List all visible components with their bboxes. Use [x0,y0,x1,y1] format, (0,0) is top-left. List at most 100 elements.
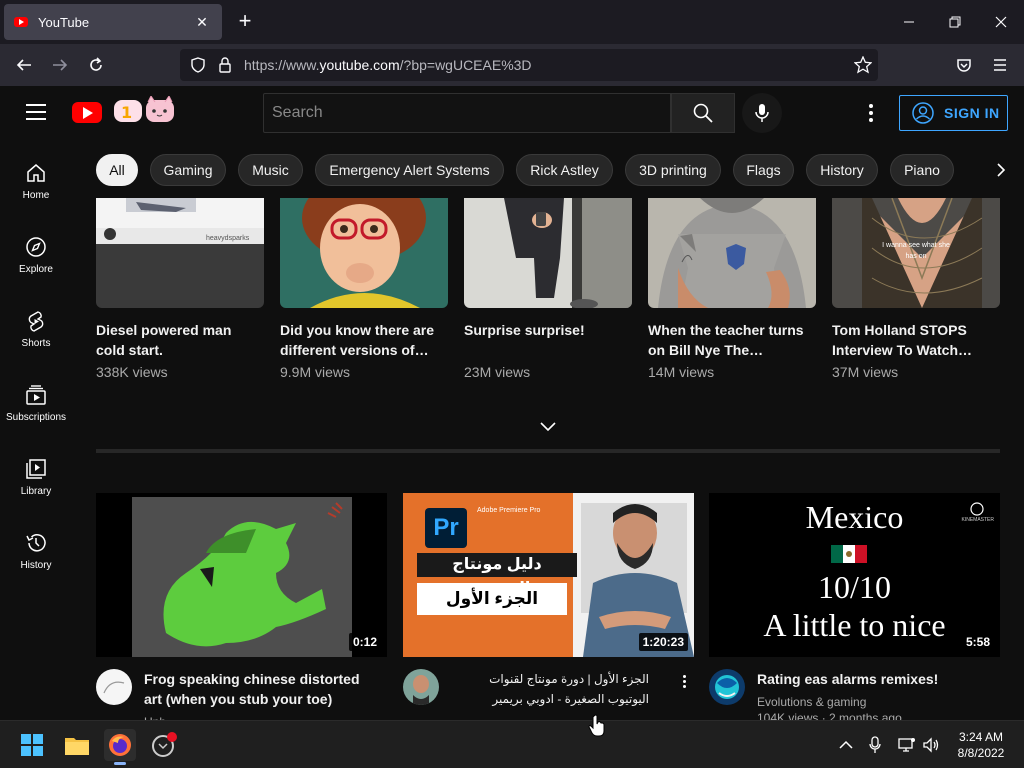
reload-button[interactable] [82,51,110,79]
short-title[interactable]: Diesel powered man cold start. [96,320,264,360]
forward-button[interactable] [46,51,74,79]
short-thumbnail[interactable] [648,198,816,308]
github-desktop-button[interactable] [148,729,180,761]
chip-all[interactable]: All [96,154,138,186]
premiere-pro-badge: Pr [425,508,467,548]
home-icon [27,164,45,182]
sidebar-item-label: Subscriptions [5,412,67,423]
active-app-indicator [114,762,126,765]
video-card[interactable]: Pr Adobe Premiere Pro دليل مونتاج اليوتي… [403,493,694,709]
guide-menu-button[interactable] [26,104,46,120]
browser-nav-bar: https://www.youtube.com/?bp=wgUCEAE%3D [0,44,1024,86]
video-thumbnail-image [96,493,387,657]
channel-avatar[interactable] [403,669,439,705]
channel-avatar[interactable] [96,669,132,705]
chip-rick-astley[interactable]: Rick Astley [516,154,613,186]
short-title[interactable]: Tom Holland STOPS Interview To Watch… [832,320,1000,360]
close-window-button[interactable] [978,0,1024,44]
sidebar-item-home[interactable]: Home [0,142,72,216]
github-desktop-icon [152,732,177,757]
search-button[interactable] [671,93,735,133]
sidebar-item-shorts[interactable]: Shorts [0,290,72,364]
file-explorer-button[interactable] [61,729,93,761]
short-thumbnail[interactable]: I wanna see what she has on [832,198,1000,308]
volume-tray-button[interactable] [918,729,944,761]
voice-search-button[interactable] [742,93,782,133]
short-title[interactable]: Surprise surprise! [464,320,632,360]
chip-gaming[interactable]: Gaming [150,154,226,186]
chip-history[interactable]: History [806,154,878,186]
short-item[interactable]: I wanna see what she has on Tom Holland … [832,198,1000,380]
show-hidden-icons-button[interactable] [832,729,860,761]
short-views: 23M views [464,364,531,380]
pocket-button[interactable] [950,51,978,79]
short-title[interactable]: Did you know there are different version… [280,320,448,360]
video-title[interactable]: Rating eas alarms remixes! [757,669,982,689]
short-item[interactable]: heavydsparks Diesel powered man cold sta… [96,198,264,380]
short-views: 14M views [648,364,715,380]
cat-doodle-logo-icon[interactable]: 1 [112,96,176,126]
chip-emergency-alert-systems[interactable]: Emergency Alert Systems [315,154,504,186]
short-thumbnail[interactable] [280,198,448,308]
short-thumbnail[interactable] [464,198,632,308]
chip-music[interactable]: Music [238,154,303,186]
lock-icon[interactable] [218,57,232,73]
chevron-down-icon[interactable] [538,418,558,436]
search-input[interactable] [272,104,670,122]
video-title[interactable]: Frog speaking chinese distorted art (whe… [144,669,369,709]
sidebar-item-library[interactable]: Library [0,438,72,512]
short-item[interactable]: Did you know there are different version… [280,198,448,380]
back-button[interactable] [10,51,38,79]
video-card[interactable]: Mexico 10/10 A little to nice KINEMASTER… [709,493,1000,725]
settings-more-icon[interactable] [860,100,882,126]
minimize-button[interactable] [886,0,932,44]
firefox-taskbar-button[interactable] [104,729,136,765]
microphone-icon [755,104,769,122]
history-icon [26,534,46,552]
url-bar[interactable]: https://www.youtube.com/?bp=wgUCEAE%3D [180,49,878,81]
short-title[interactable]: When the teacher turns on Bill Nye The… [648,320,816,360]
bookmark-star-icon[interactable] [854,56,872,74]
sign-in-button[interactable]: SIGN IN [899,95,1008,131]
app-menu-button[interactable] [986,51,1014,79]
sidebar-item-history[interactable]: History [0,512,72,586]
taskbar-clock[interactable]: 3:24 AM 8/8/2022 [948,729,1014,761]
sidebar-item-subscriptions[interactable]: Subscriptions [0,364,72,438]
short-thumbnail[interactable]: heavydsparks [96,198,264,308]
video-card[interactable]: 0:12 Frog speaking chinese distorted art… [96,493,387,729]
channel-avatar[interactable] [709,669,745,705]
video-meta: Rating eas alarms remixes! Evolutions & … [709,669,1000,725]
chip-piano[interactable]: Piano [890,154,954,186]
url-path: /?bp=wgUCEAE%3D [399,57,532,73]
tab-close-icon[interactable]: ✕ [192,14,212,31]
sidebar-item-explore[interactable]: Explore [0,216,72,290]
short-views: 37M views [832,364,899,380]
video-channel[interactable]: Evolutions & gaming [757,695,982,709]
short-thumbnail-image [464,198,632,308]
chip-flags[interactable]: Flags [733,154,794,186]
reload-icon [90,57,102,71]
microphone-tray-button[interactable] [862,729,888,761]
video-more-menu-icon[interactable] [674,673,694,693]
thumbnail-line-2: 10/10 [818,569,891,605]
video-thumbnail[interactable]: Pr Adobe Premiere Pro دليل مونتاج اليوتي… [403,493,694,657]
youtube-logo-icon[interactable] [72,102,102,123]
chip-3d-printing[interactable]: 3D printing [625,154,721,186]
browser-tab-youtube[interactable]: YouTube ✕ [4,4,222,40]
shield-icon[interactable] [190,57,206,73]
video-thumbnail[interactable]: Mexico 10/10 A little to nice KINEMASTER… [709,493,1000,657]
chips-next-button[interactable] [978,142,1024,198]
network-tray-button[interactable] [894,729,920,761]
start-button[interactable] [16,729,48,761]
search-box[interactable] [263,93,671,133]
short-item[interactable]: When the teacher turns on Bill Nye The… … [648,198,816,380]
filter-chips-bar: All Gaming Music Emergency Alert Systems… [72,142,1024,198]
video-title[interactable]: الجزء الأول | دورة مونتاج لقنوات اليوتيو… [451,669,649,709]
restore-button[interactable] [932,0,978,44]
sidebar-item-label: Library [20,486,52,497]
subscriptions-icon [26,385,46,405]
folder-icon [65,738,89,755]
video-thumbnail[interactable]: 0:12 [96,493,387,657]
new-tab-button[interactable]: + [232,8,258,34]
short-item[interactable]: Surprise surprise! 23M views [464,198,632,380]
